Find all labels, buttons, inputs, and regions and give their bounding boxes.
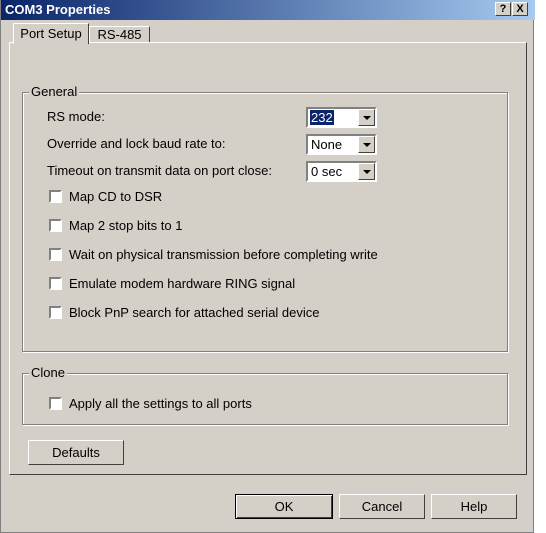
timeout-label: Timeout on transmit data on port close: [47, 163, 272, 178]
title-bar[interactable]: COM3 Properties ? X [1, 0, 535, 20]
chevron-down-icon[interactable] [358, 109, 375, 126]
general-legend: General [29, 84, 80, 99]
map-stop-bits-checkbox[interactable] [49, 219, 62, 232]
cancel-button[interactable]: Cancel [339, 494, 425, 519]
block-pnp-label[interactable]: Block PnP search for attached serial dev… [69, 305, 320, 320]
chevron-down-icon[interactable] [358, 136, 375, 153]
ok-button[interactable]: OK [235, 494, 333, 519]
apply-all-ports-checkbox[interactable] [49, 397, 62, 410]
clone-legend: Clone [29, 365, 67, 380]
chevron-down-icon[interactable] [358, 163, 375, 180]
tab-port-setup-label: Port Setup [20, 26, 82, 41]
baud-label: Override and lock baud rate to: [47, 136, 226, 151]
emulate-ring-checkbox[interactable] [49, 277, 62, 290]
tab-panel-port-setup: General RS mode: 232 Override and lock b… [9, 42, 527, 475]
close-title-button[interactable]: X [512, 2, 528, 16]
wait-transmission-checkbox[interactable] [49, 248, 62, 261]
help-title-button[interactable]: ? [495, 2, 511, 16]
help-button[interactable]: Help [431, 494, 517, 519]
rs-mode-combo[interactable]: 232 [306, 107, 377, 128]
window-title: COM3 Properties [5, 2, 111, 17]
block-pnp-checkbox[interactable] [49, 306, 62, 319]
properties-dialog: COM3 Properties ? X Port Setup RS-485 Ge… [0, 0, 535, 533]
defaults-button[interactable]: Defaults [28, 440, 124, 465]
tab-rs485[interactable]: RS-485 [89, 26, 150, 43]
tab-rs485-label: RS-485 [97, 27, 142, 42]
baud-value: None [311, 137, 343, 152]
map-cd-dsr-checkbox[interactable] [49, 190, 62, 203]
timeout-combo[interactable]: 0 sec [306, 161, 377, 182]
rs-mode-value: 232 [310, 110, 334, 125]
baud-combo[interactable]: None [306, 134, 377, 155]
wait-transmission-label[interactable]: Wait on physical transmission before com… [69, 247, 378, 262]
apply-all-ports-label[interactable]: Apply all the settings to all ports [69, 396, 252, 411]
map-stop-bits-label[interactable]: Map 2 stop bits to 1 [69, 218, 182, 233]
emulate-ring-label[interactable]: Emulate modem hardware RING signal [69, 276, 295, 291]
rs-mode-label: RS mode: [47, 109, 105, 124]
tab-port-setup[interactable]: Port Setup [13, 23, 89, 44]
map-cd-dsr-label[interactable]: Map CD to DSR [69, 189, 162, 204]
clone-group: Clone Apply all the settings to all port… [22, 365, 508, 425]
general-group: General RS mode: 232 Override and lock b… [22, 84, 508, 352]
timeout-value: 0 sec [311, 164, 343, 179]
